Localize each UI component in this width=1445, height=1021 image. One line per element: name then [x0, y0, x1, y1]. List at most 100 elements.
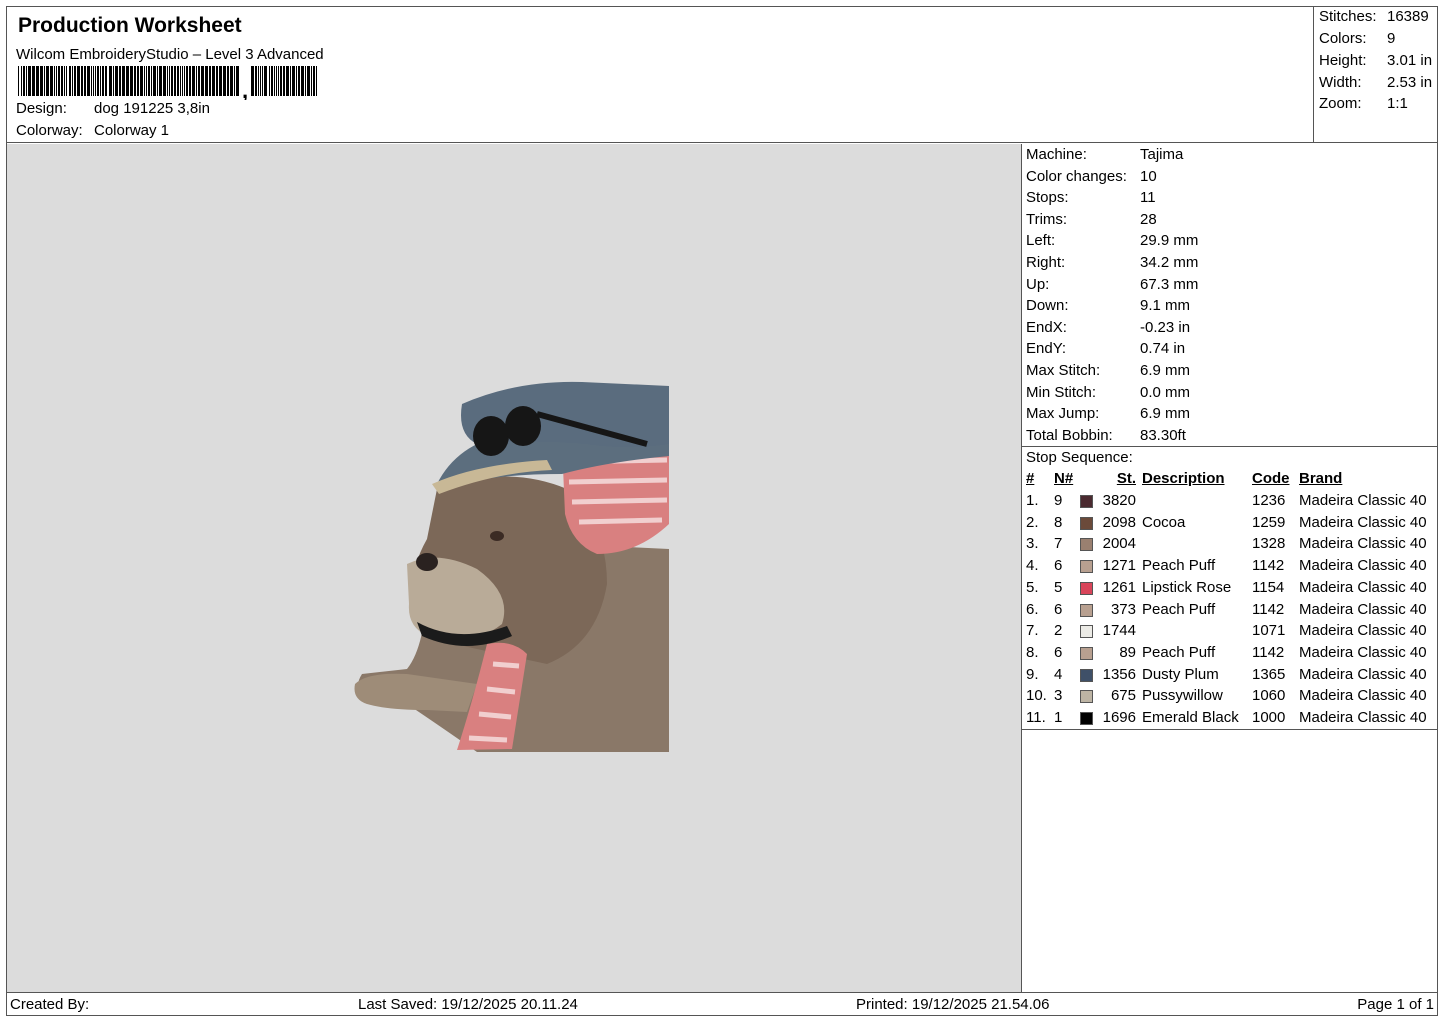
row-description: Peach Puff [1142, 557, 1216, 575]
machine-row-value: 6.9 mm [1140, 362, 1191, 379]
machine-row: Min Stitch: 0.0 mm [1026, 384, 1190, 401]
machine-row-value: 34.2 mm [1140, 254, 1199, 271]
row-code: 1071 [1252, 622, 1286, 640]
header-description: Description [1142, 470, 1225, 487]
zoom-value: 1:1 [1387, 95, 1408, 112]
colorway-row: Colorway: Colorway 1 [16, 122, 169, 139]
row-code: 1142 [1252, 643, 1285, 661]
machine-row-value: 9.1 mm [1140, 297, 1191, 315]
machine-row-label: Down: [1026, 297, 1069, 315]
row-stitches: 675 [1110, 687, 1136, 705]
height-row: Height: 3.01 in [1319, 52, 1432, 69]
machine-row: Trims: 28 [1026, 211, 1157, 228]
height-label: Height: [1319, 52, 1367, 69]
machine-row: Max Jump: 6.9 mm [1026, 405, 1190, 422]
machine-row-label: Max Stitch: [1026, 362, 1101, 379]
row-brand: Madeira Classic 40 [1299, 622, 1427, 640]
machine-row: Up: 67.3 mm [1026, 276, 1198, 293]
row-needle: 1 [1054, 709, 1063, 726]
color-swatch [1080, 646, 1093, 660]
row-description: Peach Puff [1142, 600, 1216, 618]
row-index: 6. [1026, 600, 1039, 618]
page-title: Production Worksheet [18, 14, 242, 37]
table-row: 5. 5 1261 Lipstick Rose 1154 Madeira Classic … [1022, 579, 1438, 600]
barcode-icon: , [18, 66, 317, 100]
machine-row: Stops: 11 [1026, 189, 1156, 206]
row-code: 1142 [1252, 600, 1285, 618]
row-needle: 8 [1054, 513, 1063, 531]
table-row: 4. 6 1271 Peach Puff 1142 Madeira Classic 40 [1022, 557, 1438, 578]
row-brand: Madeira Classic 40 [1299, 492, 1427, 509]
row-needle: 7 [1054, 535, 1063, 553]
row-brand: Madeira Classic 40 [1299, 535, 1427, 553]
header-code: Code [1252, 470, 1290, 487]
svg-text:,: , [242, 78, 248, 100]
machine-row-label: Total Bobbin: [1026, 426, 1113, 444]
machine-row-label: Trims: [1026, 210, 1068, 228]
machine-row-label: Min Stitch: [1026, 383, 1097, 401]
row-code: 1259 [1252, 513, 1286, 531]
header-stitches: St. [1116, 470, 1136, 487]
row-stitches: 2004 [1102, 535, 1136, 553]
table-row: 2. 8 2098 Cocoa 1259 Madeira Classic 40 [1022, 514, 1438, 535]
row-needle: 9 [1054, 492, 1063, 509]
color-swatch [1080, 538, 1093, 552]
machine-info-panel: Machine: Tajima Color changes: 10 Stops: 11 Tr… [1022, 144, 1438, 447]
machine-row: Machine: Tajima [1026, 146, 1183, 163]
color-swatch [1080, 603, 1093, 617]
zoom-label: Zoom: [1319, 95, 1362, 112]
colors-value: 9 [1387, 30, 1396, 47]
table-row: 1. 9 3820 1236 Madeira Classic 40 [1022, 492, 1438, 513]
row-brand: Madeira Classic 40 [1299, 643, 1427, 661]
software-subtitle: Wilcom EmbroideryStudio – Level 3 Advanc… [16, 46, 324, 63]
row-brand: Madeira Classic 40 [1299, 709, 1427, 726]
row-brand: Madeira Classic 40 [1299, 513, 1427, 531]
width-row: Width: 2.53 in [1319, 74, 1432, 91]
colors-row: Colors: 9 [1319, 30, 1395, 47]
stitches-label: Stitches: [1319, 8, 1377, 25]
machine-row-value: 6.9 mm [1140, 405, 1191, 423]
machine-row: Right: 34.2 mm [1026, 254, 1198, 271]
table-row: 7. 2 1744 1071 Madeira Classic 40 [1022, 622, 1438, 643]
table-row: 6. 6 373 Peach Puff 1142 Madeira Classic 40 [1022, 601, 1438, 622]
stop-sequence-caption: Stop Sequence: [1026, 449, 1133, 466]
row-code: 1236 [1252, 492, 1286, 509]
summary-panel: Stitches: 16389 Colors: 9 Height: 3.01 in W… [1314, 6, 1438, 143]
last-saved: Last Saved: 19/12/2025 20.11.24 [358, 996, 578, 1013]
machine-row: Left: 29.9 mm [1026, 232, 1198, 249]
machine-row: Color changes: 10 [1026, 168, 1157, 185]
machine-row-label: EndY: [1026, 340, 1067, 358]
color-swatch [1080, 495, 1093, 508]
row-stitches: 89 [1119, 643, 1136, 661]
row-description: Emerald Black [1142, 709, 1239, 726]
row-index: 7. [1026, 622, 1039, 640]
color-swatch [1080, 690, 1093, 704]
machine-row-value: Tajima [1140, 146, 1184, 163]
table-row: 8. 6 89 Peach Puff 1142 Madeira Classic 40 [1022, 644, 1438, 665]
row-code: 1154 [1252, 578, 1285, 596]
machine-row-value: 11 [1140, 189, 1156, 207]
row-needle: 6 [1054, 600, 1063, 618]
width-value: 2.53 in [1387, 74, 1433, 91]
header-index: # [1026, 470, 1035, 487]
stop-sequence-header-row: # N# St. Description Code Brand [1022, 470, 1438, 491]
table-row: 3. 7 2004 1328 Madeira Classic 40 [1022, 535, 1438, 556]
machine-row-value: 67.3 mm [1140, 275, 1199, 293]
machine-row-value: 0.74 in [1140, 340, 1186, 358]
machine-row: EndY: 0.74 in [1026, 340, 1185, 357]
row-index: 3. [1026, 535, 1039, 553]
row-code: 1060 [1252, 687, 1286, 705]
dog-embroidery-image [354, 381, 669, 752]
machine-row-value: 0.0 mm [1140, 383, 1191, 401]
colorway-label: Colorway: [16, 122, 83, 139]
row-brand: Madeira Classic 40 [1299, 687, 1427, 705]
machine-row-label: Left: [1026, 232, 1056, 250]
machine-row-value: 28 [1140, 210, 1157, 228]
header-needle: N# [1054, 470, 1074, 487]
table-row: 11. 1 1696 Emerald Black 1000 Madeira Classic… [1022, 709, 1438, 730]
width-label: Width: [1319, 74, 1362, 91]
row-index: 10. [1026, 687, 1047, 705]
row-brand: Madeira Classic 40 [1299, 665, 1427, 683]
colors-label: Colors: [1319, 30, 1367, 47]
row-needle: 6 [1054, 643, 1063, 661]
